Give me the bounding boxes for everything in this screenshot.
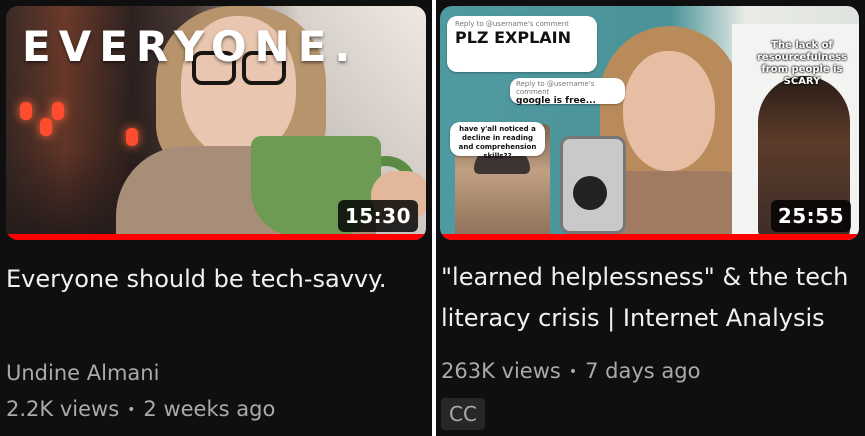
video-stats: 263K views • 7 days ago: [441, 359, 700, 383]
thumbnail-overlay-text: EVERYONE.: [22, 22, 359, 71]
separator-dot: •: [127, 402, 136, 418]
separator-dot: •: [568, 364, 578, 380]
video-title[interactable]: "learned helplessness" & the tech litera…: [441, 257, 856, 339]
channel-name[interactable]: Undine Almani: [6, 361, 159, 385]
video-title[interactable]: Everyone should be tech-savvy.: [6, 259, 416, 300]
watch-progress-bar: [440, 234, 859, 240]
presenter-face: [623, 51, 715, 171]
comment-bubble: have y'all noticed a decline in reading …: [450, 122, 545, 160]
view-count: 263K views: [441, 359, 561, 383]
closed-captions-badge: CC: [441, 398, 485, 430]
video-thumbnail[interactable]: EVERYONE. 15:30: [6, 6, 426, 240]
duration-badge: 15:30: [337, 200, 418, 232]
duration-badge: 25:55: [770, 200, 851, 232]
bubble-header: Reply to @username's comment: [455, 20, 569, 28]
comment-bubble: Reply to @username's comment google is f…: [510, 78, 625, 106]
video-card[interactable]: EVERYONE. 15:30 Everyone should be tech-…: [0, 0, 432, 436]
video-card[interactable]: have y'all noticed a decline in reading …: [436, 0, 865, 436]
phone-grip: [573, 176, 607, 210]
view-count: 2.2K views: [6, 397, 120, 421]
upload-age: 7 days ago: [585, 359, 701, 383]
video-stats: 2.2K views • 2 weeks ago: [6, 397, 275, 421]
watch-progress-bar: [6, 234, 426, 240]
video-thumbnail[interactable]: have y'all noticed a decline in reading …: [440, 6, 859, 240]
bubble-header: Reply to @username's comment: [516, 80, 595, 96]
upload-age: 2 weeks ago: [143, 397, 276, 421]
bubble-text: google is free...: [516, 96, 596, 106]
comment-bubble: Reply to @username's comment PLZ EXPLAIN: [447, 16, 597, 72]
inset-caption: The lack of resourcefulness from people …: [757, 40, 847, 87]
bubble-text: PLZ EXPLAIN: [455, 28, 572, 47]
